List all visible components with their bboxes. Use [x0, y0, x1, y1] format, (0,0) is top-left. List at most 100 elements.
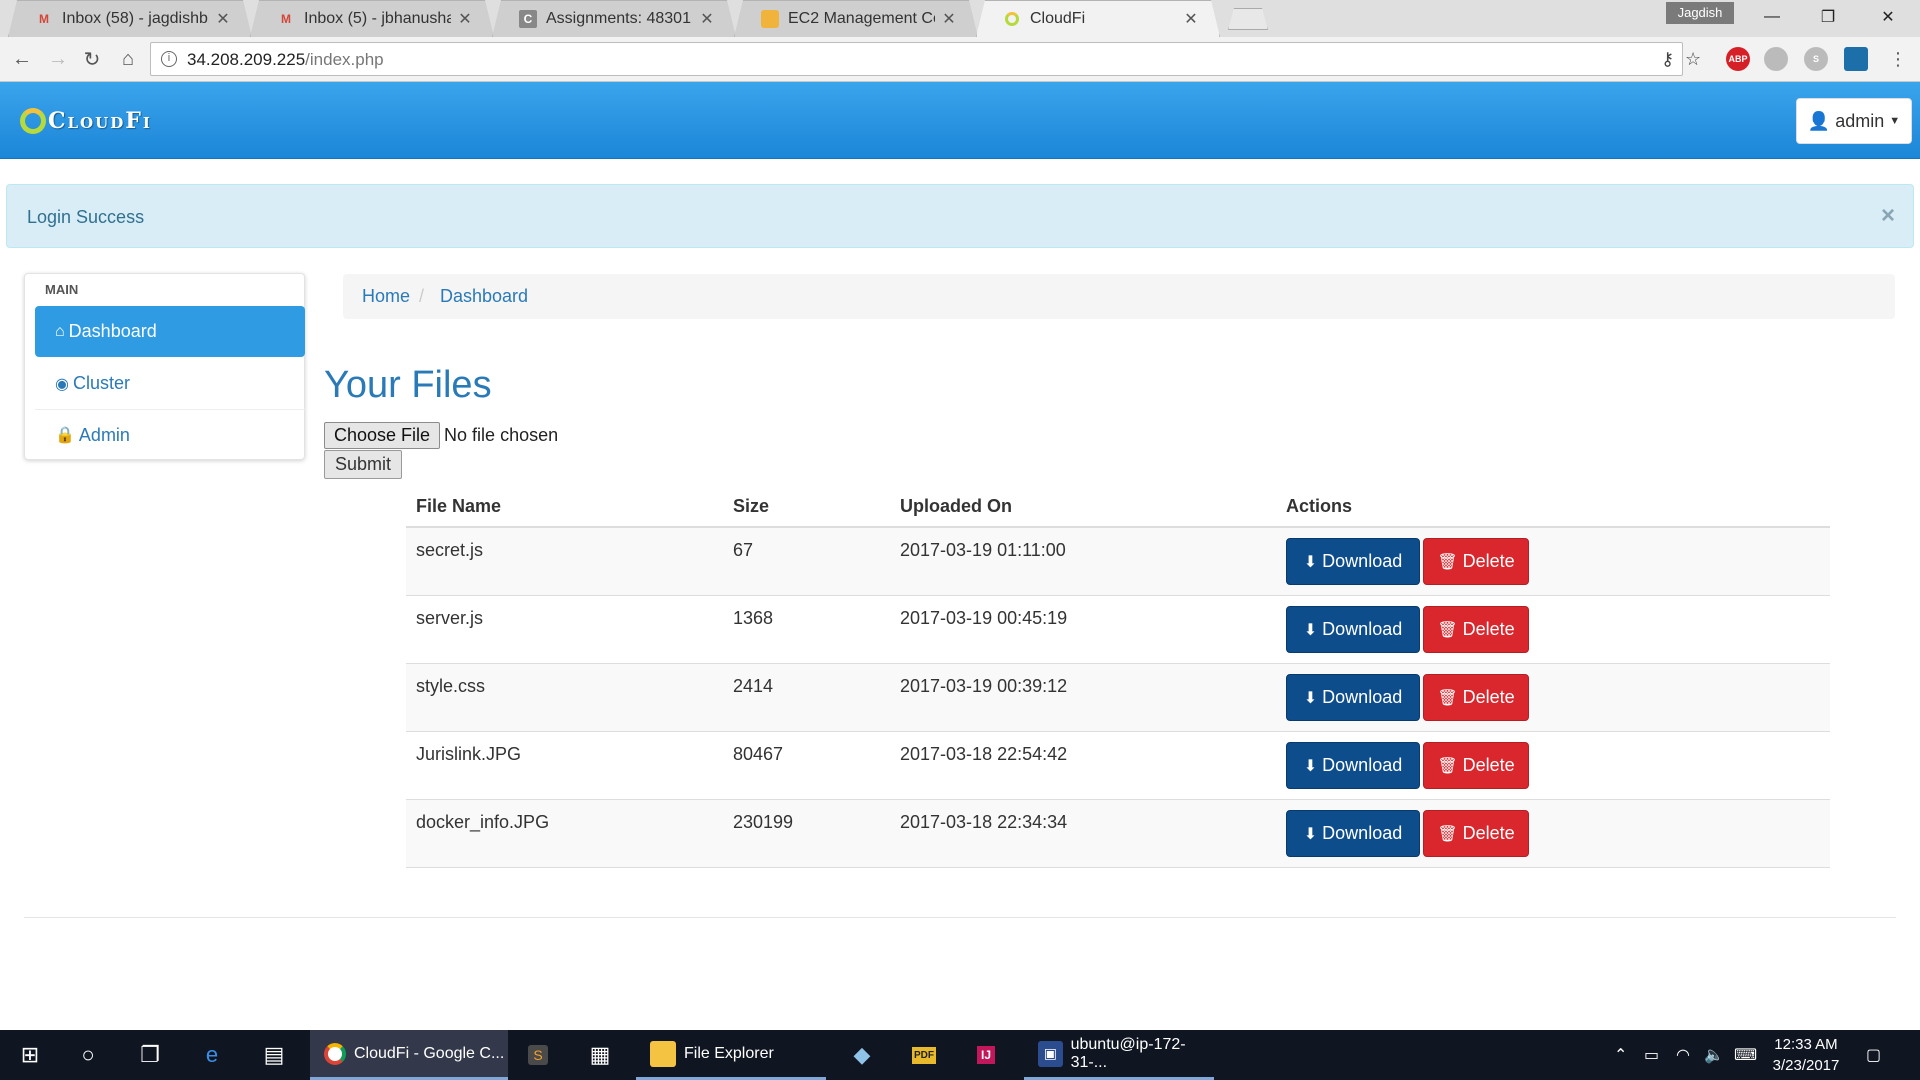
bookmark-star-icon[interactable]: ☆ — [1685, 49, 1701, 70]
sidebar-item-admin[interactable]: 🔒 Admin — [35, 409, 305, 460]
pdf-icon[interactable]: PDF — [902, 1030, 946, 1080]
restore-icon[interactable]: ❐ — [1804, 0, 1852, 34]
brand[interactable]: CloudFi — [20, 108, 152, 134]
browser-tab-assignments[interactable]: C Assignments: 48301 Com ✕ — [492, 0, 736, 37]
delete-button[interactable]: 🗑 Delete — [1423, 538, 1529, 585]
home-icon: ⌂ — [55, 322, 65, 340]
alert-close-icon[interactable]: × — [1881, 202, 1895, 230]
chrome-menu-icon[interactable]: ⋮ — [1884, 45, 1912, 73]
download-button[interactable]: ⬇ Download — [1286, 538, 1420, 585]
calculator-icon[interactable]: ▦ — [578, 1030, 622, 1080]
tab-close-icon[interactable]: ✕ — [451, 9, 479, 29]
extension-icon[interactable] — [1764, 47, 1788, 71]
windows-start-icon[interactable]: ⊞ — [10, 1030, 50, 1080]
browser-tab-gmail-2[interactable]: M Inbox (5) - jbhanushali@ ✕ — [250, 0, 494, 37]
download-button[interactable]: ⬇ Download — [1286, 742, 1420, 789]
download-button[interactable]: ⬇ Download — [1286, 674, 1420, 721]
key-icon[interactable]: ⚷ — [1661, 49, 1674, 70]
notifications-icon[interactable]: ▢ — [1866, 1030, 1881, 1080]
task-view-icon[interactable]: ❐ — [130, 1030, 170, 1080]
download-button[interactable]: ⬇ Download — [1286, 606, 1420, 653]
row-actions: ⬇ Download 🗑 Delete — [1286, 606, 1529, 653]
breadcrumb-dashboard[interactable]: Dashboard — [440, 286, 528, 307]
trash-icon: 🗑 — [1437, 689, 1458, 707]
volume-icon[interactable]: 🔈 — [1704, 1030, 1724, 1080]
tab-title: Inbox (5) - jbhanushali@ — [304, 10, 451, 27]
delete-label: Delete — [1462, 823, 1515, 843]
cloudfi-logo-icon — [20, 108, 46, 134]
wifi-icon[interactable]: ◠ — [1676, 1030, 1690, 1080]
delete-label: Delete — [1462, 755, 1515, 775]
file-name: server.js — [416, 608, 484, 628]
browser-tabstrip: M Inbox (58) - jagdishbhanushali ✕ M Inb… — [0, 0, 1920, 37]
choose-file-button[interactable]: Choose File — [324, 422, 441, 449]
taskbar-app-chrome[interactable]: CloudFi - Google C... — [310, 1030, 508, 1080]
download-icon: ⬇ — [1303, 689, 1318, 707]
tab-title: CloudFi — [1030, 10, 1086, 27]
column-header-size: Size — [733, 496, 770, 516]
trash-icon: 🗑 — [1437, 553, 1458, 571]
browser-tab-gmail-1[interactable]: M Inbox (58) - jagdishbhanushali ✕ — [8, 0, 252, 37]
sidebar-item-cluster[interactable]: ◉ Cluster — [35, 358, 305, 409]
info-icon[interactable]: i — [161, 51, 177, 67]
home-button-icon[interactable]: ⌂ — [114, 45, 142, 73]
gmail-icon: M — [39, 12, 49, 26]
file-size: 230199 — [733, 812, 794, 832]
keyboard-icon[interactable]: ⌨ — [1734, 1030, 1757, 1080]
url-path: /index.php — [305, 50, 384, 69]
tab-close-icon[interactable]: ✕ — [209, 9, 237, 29]
browser-tab-cloudfi[interactable]: CloudFi ✕ — [976, 0, 1220, 37]
minimize-icon[interactable]: — — [1748, 0, 1796, 34]
taskbar-app-label: CloudFi - Google C... — [354, 1044, 505, 1062]
intellij-icon[interactable]: IJ — [964, 1030, 1008, 1080]
delete-button[interactable]: 🗑 Delete — [1423, 674, 1529, 721]
system-clock[interactable]: 12:33 AM 3/23/2017 — [1762, 1034, 1850, 1076]
reload-icon[interactable]: ↻ — [78, 45, 106, 73]
clock-date: 3/23/2017 — [1772, 1057, 1840, 1074]
forward-arrow-icon[interactable]: → — [44, 45, 72, 73]
column-header-uploaded: Uploaded On — [900, 496, 1012, 516]
profile-name[interactable]: Jagdish — [1666, 2, 1734, 24]
close-window-icon[interactable]: ✕ — [1864, 0, 1912, 34]
sublime-text-icon[interactable]: S — [516, 1030, 560, 1080]
show-hidden-icons-icon[interactable]: ⌃ — [1614, 1030, 1627, 1080]
download-label: Download — [1322, 551, 1403, 571]
edge-icon[interactable]: e — [192, 1030, 232, 1080]
row-actions: ⬇ Download 🗑 Delete — [1286, 742, 1529, 789]
tab-close-icon[interactable]: ✕ — [935, 9, 963, 29]
file-uploaded: 2017-03-18 22:54:42 — [900, 744, 1068, 764]
user-menu-button[interactable]: 👤 admin ▼ — [1796, 98, 1912, 144]
browser-tab-ec2[interactable]: EC2 Management Conso ✕ — [734, 0, 978, 37]
chrome-icon — [324, 1042, 346, 1065]
page-title: Your Files — [324, 364, 492, 406]
back-arrow-icon[interactable]: ← — [8, 45, 36, 73]
skype-icon[interactable]: S — [1804, 47, 1828, 71]
sidebar-item-dashboard[interactable]: ⌂ Dashboard — [35, 306, 305, 357]
battery-icon[interactable]: ▭ — [1644, 1030, 1659, 1080]
adblock-icon[interactable]: ABP — [1726, 47, 1750, 71]
user-icon: 👤 — [1807, 110, 1831, 131]
delete-button[interactable]: 🗑 Delete — [1423, 606, 1529, 653]
download-icon: ⬇ — [1303, 553, 1318, 571]
search-icon[interactable]: ○ — [68, 1030, 108, 1080]
cloud-extension-icon[interactable] — [1844, 47, 1868, 71]
delete-button[interactable]: 🗑 Delete — [1423, 742, 1529, 789]
breadcrumb-home[interactable]: Home — [362, 286, 410, 307]
browser-toolbar: ← → ↻ ⌂ i 34.208.209.225/index.php ⚷ ☆ A… — [0, 37, 1920, 82]
sidebar-item-label: Dashboard — [68, 321, 157, 341]
download-label: Download — [1322, 687, 1403, 707]
tab-close-icon[interactable]: ✕ — [1177, 9, 1205, 29]
pinned-app-icon[interactable]: ▤ — [254, 1030, 294, 1080]
address-bar[interactable]: i 34.208.209.225/index.php ⚷ ☆ — [150, 42, 1701, 76]
taskbar-app-putty[interactable]: ▣ ubuntu@ip-172-31-... — [1024, 1030, 1214, 1080]
pinned-tool-icon[interactable]: ◆ — [840, 1030, 884, 1080]
tab-title: Assignments: 48301 Com — [546, 10, 693, 27]
taskbar-app-file-explorer[interactable]: File Explorer — [636, 1030, 826, 1080]
brand-name: CloudFi — [48, 108, 152, 134]
download-button[interactable]: ⬇ Download — [1286, 810, 1420, 857]
submit-button[interactable]: Submit — [324, 450, 403, 479]
url-text[interactable]: 34.208.209.225/index.php — [187, 50, 384, 70]
new-tab-button[interactable] — [1228, 8, 1268, 30]
delete-button[interactable]: 🗑 Delete — [1423, 810, 1529, 857]
tab-close-icon[interactable]: ✕ — [693, 9, 721, 29]
